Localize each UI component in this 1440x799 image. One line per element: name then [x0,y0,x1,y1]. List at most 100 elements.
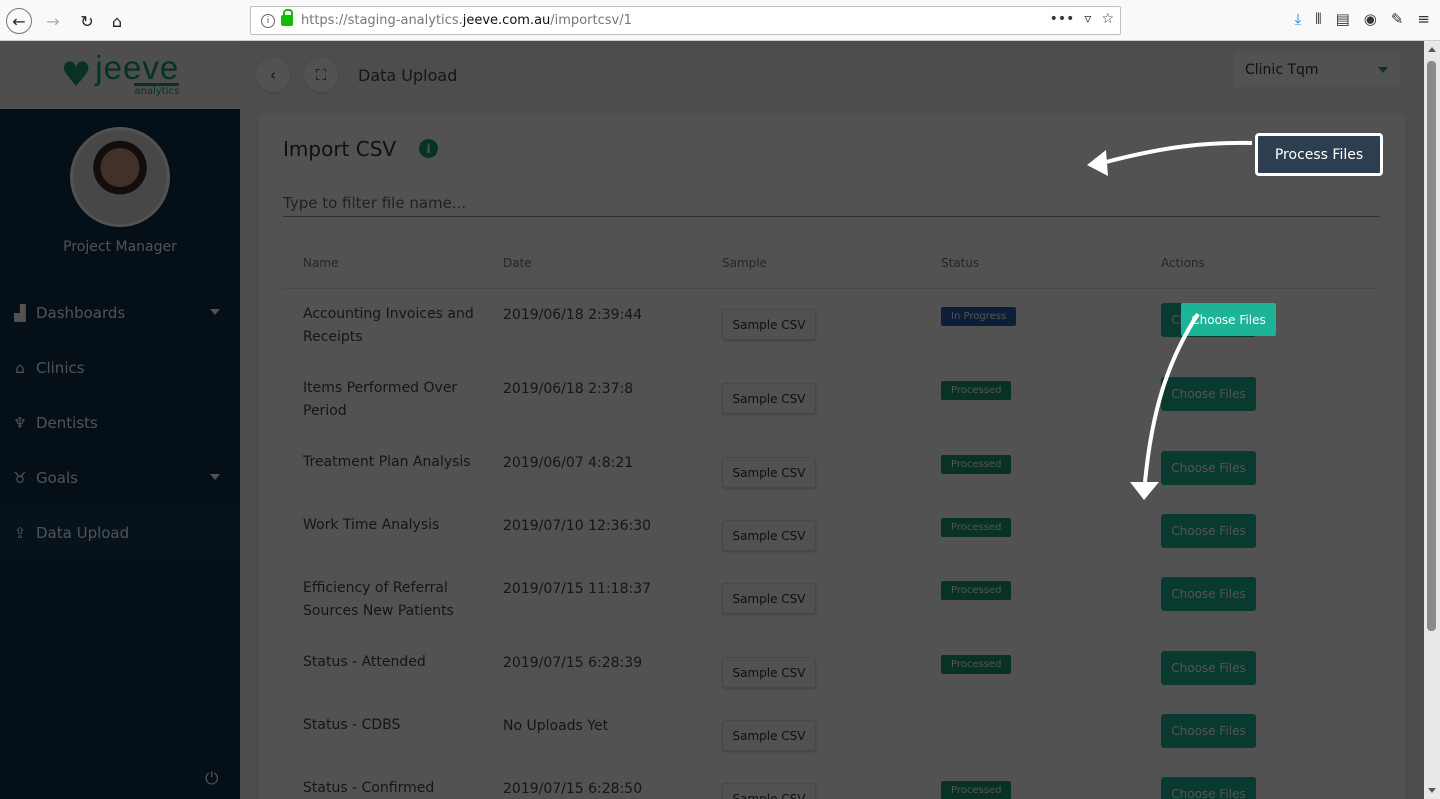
eyedropper-icon[interactable]: ✎ [1391,10,1404,28]
sample-csv-button[interactable]: Sample CSV [722,520,816,551]
table-row: Status - CDBS No Uploads Yet Sample CSV … [283,700,1380,763]
tooth-icon: ♆ [13,413,27,432]
chevron-down-icon [210,474,220,480]
highlighted-process-files-button[interactable]: Process Files [1255,133,1383,176]
library-icon[interactable]: ⫴ [1315,10,1321,28]
row-name: Efficiency of Referral Sources New Patien… [303,580,454,619]
row-date: No Uploads Yet [503,718,609,734]
status-badge: Processed [941,381,1012,400]
sidebar-item-dentists[interactable]: ♆ Dentists [0,395,240,450]
status-badge: In Progress [941,307,1017,326]
sidebar: ♥ jeeve analytics Project Manager ▟ Dash… [0,41,240,799]
choose-files-button[interactable]: Choose Files [1161,714,1256,748]
address-bar[interactable]: i https://staging-analytics.jeeve.com.au… [250,6,1121,35]
sample-csv-button[interactable]: Sample CSV [722,783,816,799]
choose-files-button[interactable]: Choose Files [1161,377,1256,411]
sample-csv-button[interactable]: Sample CSV [722,657,816,688]
status-empty [941,700,1161,718]
medal-icon: ♉ [13,468,27,487]
forward-icon[interactable]: → [40,8,66,34]
avatar [70,127,170,227]
row-date: 2019/07/10 12:36:30 [503,518,652,534]
home-icon[interactable]: ⌂ [104,8,130,34]
table-row: Treatment Plan Analysis 2019/06/07 4:8:2… [283,437,1380,500]
sidebar-item-clinics[interactable]: ⌂ Clinics [0,340,240,395]
page-scrollbar[interactable] [1424,41,1440,799]
table-row: Efficiency of Referral Sources New Patien… [283,563,1380,637]
row-date: 2019/06/18 2:39:44 [503,307,643,323]
row-name: Status - Confirmed [303,780,435,796]
row-name: Work Time Analysis [303,517,440,533]
row-name: Treatment Plan Analysis [303,454,471,470]
row-date: 2019/06/07 4:8:21 [503,455,634,471]
chevron-down-icon [210,309,220,315]
brand-logo[interactable]: ♥ jeeve analytics [0,41,240,109]
header-date: Date [503,256,532,270]
header-name: Name [303,256,339,270]
sample-csv-button[interactable]: Sample CSV [722,720,816,751]
status-badge: Processed [941,455,1012,474]
sidebar-item-goals[interactable]: ♉ Goals [0,450,240,505]
sample-csv-button[interactable]: Sample CSV [722,383,816,414]
header-actions: Actions [1161,256,1205,270]
user-role: Project Manager [63,239,177,255]
sidebar-item-dashboards[interactable]: ▟ Dashboards [0,285,240,340]
back-icon[interactable]: ← [6,8,32,34]
sidebar-menu: ▟ Dashboards ⌂ Clinics ♆ Dentists ♉ Goal… [0,285,240,560]
reload-icon[interactable]: ↻ [74,8,100,34]
sidebar-item-data-upload[interactable]: ⇪ Data Upload [0,505,240,560]
info-icon[interactable]: i [419,139,438,158]
clinic-select[interactable]: Clinic Tqm [1234,53,1400,87]
row-date: 2019/06/18 2:37:8 [503,381,634,397]
menu-icon[interactable]: ≡ [1417,10,1430,28]
chart-icon: ▟ [14,303,26,322]
choose-files-button[interactable]: Choose Files [1161,577,1256,611]
sample-csv-button[interactable]: Sample CSV [722,457,816,488]
table-row: Status - Confirmed 2019/07/15 6:28:50 Sa… [283,763,1380,799]
sidebar-toggle-icon[interactable]: ▤ [1336,10,1350,28]
row-date: 2019/07/15 6:28:50 [503,781,643,797]
choose-files-button[interactable]: Choose Files [1161,651,1256,685]
main-content: ‹ ⛶ Data Upload Clinic Tqm Import CSV i … [240,41,1424,799]
choose-files-button[interactable]: Choose Files [1161,777,1256,799]
sidebar-item-label: Data Upload [36,523,130,542]
sidebar-item-label: Dashboards [36,303,126,322]
clinic-select-value: Clinic Tqm [1245,62,1319,78]
status-badge: Processed [941,655,1012,674]
highlighted-choose-files-button[interactable]: Choose Files [1181,303,1276,336]
filter-input[interactable] [283,189,1380,217]
row-name: Accounting Invoices and Receipts [303,306,474,345]
sample-csv-button[interactable]: Sample CSV [722,309,816,340]
account-icon[interactable]: ◉ [1364,10,1377,28]
brand-sub: analytics [134,83,180,97]
lock-icon [281,9,293,26]
fullscreen-icon[interactable]: ⛶ [304,58,338,92]
row-date: 2019/07/15 11:18:37 [503,581,652,597]
info-icon[interactable]: i [261,13,275,28]
row-date: 2019/07/15 6:28:39 [503,655,643,671]
page-actions-icon[interactable]: ••• [1050,11,1075,27]
scroll-down-icon[interactable] [1428,788,1436,793]
choose-files-button[interactable]: Choose Files [1161,451,1256,485]
caret-down-icon [1378,67,1388,73]
status-badge: Processed [941,781,1012,799]
star-icon[interactable]: ☆ [1101,11,1114,27]
heart-logo-icon: ♥ [60,55,92,95]
row-name: Status - Attended [303,654,426,670]
scroll-up-icon[interactable] [1428,47,1436,52]
import-card: Import CSV i Process Files Name Date Sam… [259,113,1405,799]
sidebar-item-label: Dentists [36,413,98,432]
upload-icon: ⇪ [13,523,27,542]
download-icon[interactable]: ⤓ [1295,10,1302,28]
choose-files-button[interactable]: Choose Files [1161,514,1256,548]
brand-name: jeeve [95,49,180,86]
scroll-thumb[interactable] [1427,61,1436,631]
sample-csv-button[interactable]: Sample CSV [722,583,816,614]
sidebar-item-label: Goals [36,468,78,487]
power-icon[interactable]: ⏻ [205,769,218,789]
home-icon: ⌂ [15,358,25,377]
table-row: Items Performed Over Period 2019/06/18 2:… [283,363,1380,437]
page-title: Data Upload [358,65,458,85]
pocket-icon[interactable]: ▿ [1084,11,1091,27]
back-button[interactable]: ‹ [256,58,290,92]
